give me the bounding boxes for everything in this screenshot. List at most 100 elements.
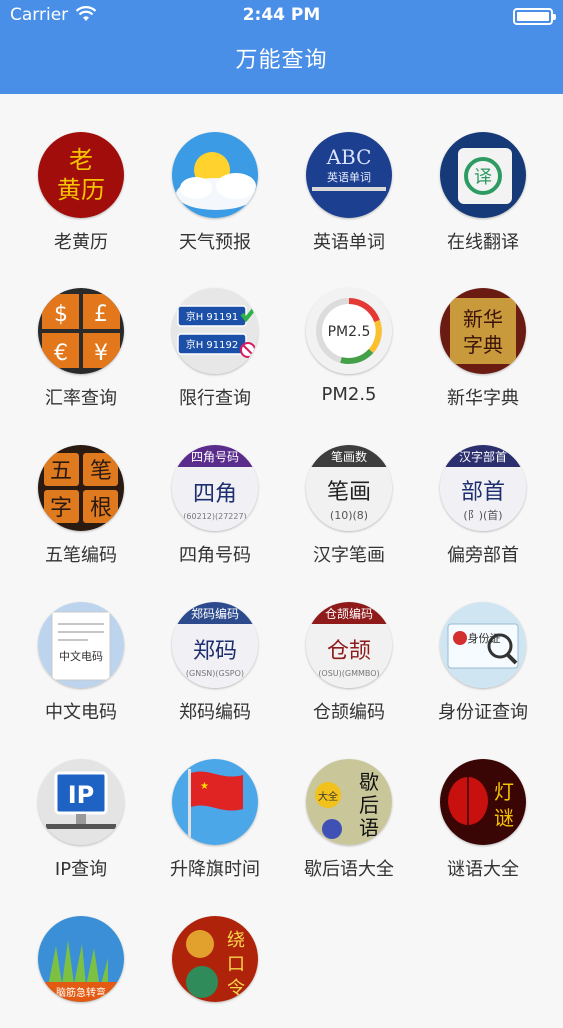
svg-text:笔画: 笔画 [327,480,371,505]
svg-text:口: 口 [227,954,245,975]
grid-item-brain-teaser[interactable]: 脑筋急转弯 [11,878,151,1028]
svg-text:新华: 新华 [463,307,503,331]
svg-text:仓颉: 仓颉 [327,639,371,664]
grid-item-strokes[interactable]: 笔画数 笔画 (10)(8) 汉字笔画 [279,407,419,566]
svg-text:后: 后 [359,793,379,817]
grid-item-ip-lookup[interactable]: IP IP查询 [11,721,151,880]
svg-text:令: 令 [227,978,245,999]
svg-text:¥: ¥ [94,341,108,366]
svg-text:$: $ [54,302,68,327]
svg-text:语: 语 [359,816,379,840]
grid-item-translate[interactable]: 译 在线翻译 [413,94,553,253]
grid-item-label: 谜语大全 [447,859,519,880]
id-card-icon: 身份证 [440,602,526,688]
telegraph-code-icon: 中文电码 [38,602,124,688]
grid-item-traffic-restriction[interactable]: 京H 91191 京H 91192 限行查询 [145,250,285,409]
svg-text:字: 字 [50,496,72,521]
dictionary-icon: 新华 字典 [440,288,526,374]
flag-time-icon: ★ [172,759,258,845]
grid-item-four-corner[interactable]: 四角号码 四角 (60212)(27227) 四角号码 [145,407,285,566]
navigation-bar: Carrier 2:44 PM 万能查询 [0,0,563,94]
svg-text:(OSU)(GMMBO): (OSU)(GMMBO) [318,669,379,678]
tool-grid: 老 黄历 老黄历 天气预报 ABC 英语单词 英语单词 译 在线翻译 $ £ €… [0,94,563,1002]
svg-text:笔: 笔 [90,459,112,484]
english-glyph: ABC [326,145,372,169]
grid-item-cangjie[interactable]: 仓颉编码 仓颉 (OSU)(GMMBO) 仓颉编码 [279,564,419,723]
grid-item-tongue-twister[interactable]: 绕 口 令 [145,878,285,1028]
almanac-icon: 老 黄历 [38,132,124,218]
svg-text:汉字部首: 汉字部首 [459,449,507,464]
svg-text:IP: IP [68,781,95,809]
almanac-glyph-1: 老 [69,146,93,174]
weather-icon [172,132,258,218]
svg-text:绕: 绕 [227,930,245,951]
english-words-icon: ABC 英语单词 [306,132,392,218]
battery-icon [513,8,556,25]
svg-text:(60212)(27227): (60212)(27227) [183,512,246,521]
svg-text:(10)(8): (10)(8) [330,509,368,522]
grid-item-almanac[interactable]: 老 黄历 老黄历 [11,94,151,253]
grid-item-label: 歇后语大全 [304,859,394,880]
svg-text:灯: 灯 [494,780,514,804]
grid-item-dictionary[interactable]: 新华 字典 新华字典 [413,250,553,409]
grid-item-radicals[interactable]: 汉字部首 部首 (阝)(首) 偏旁部首 [413,407,553,566]
ip-lookup-icon: IP [38,759,124,845]
svg-text:歇: 歇 [359,770,379,794]
grid-item-exchange-rate[interactable]: $ £ € ¥ 汇率查询 [11,250,151,409]
riddles-icon: 灯 谜 [440,759,526,845]
grid-item-id-card[interactable]: 身份证 身份证查询 [413,564,553,723]
svg-text:€: € [54,341,68,366]
grid-item-label: PM2.5 [321,384,377,405]
svg-text:仓颉编码: 仓颉编码 [325,606,373,621]
svg-text:字典: 字典 [463,333,503,357]
svg-text:根: 根 [90,496,112,521]
grid-item-flag-time[interactable]: ★ 升降旗时间 [145,721,285,880]
svg-text:(阝)(首): (阝)(首) [463,508,502,522]
svg-text:四角号码: 四角号码 [191,450,239,464]
strokes-icon: 笔画数 笔画 (10)(8) [306,445,392,531]
svg-text:大全: 大全 [318,790,338,803]
svg-text:脑筋急转弯: 脑筋急转弯 [56,986,106,999]
brain-teaser-icon: 脑筋急转弯 [38,916,124,1002]
svg-text:中文电码: 中文电码 [59,649,103,663]
grid-item-wubi[interactable]: 五 笔 字 根 五笔编码 [11,407,151,566]
grid-item-weather[interactable]: 天气预报 [145,94,285,253]
grid-item-english-words[interactable]: ABC 英语单词 英语单词 [279,94,419,253]
plate-1: 京H 91191 [186,310,239,323]
clock: 2:44 PM [242,5,321,25]
svg-text:£: £ [94,302,108,327]
tongue-twister-icon: 绕 口 令 [172,916,258,1002]
xiehouyu-icon: 大全 歇 后 语 [306,759,392,845]
pm25-glyph: PM2.5 [328,324,371,340]
pm25-icon: PM2.5 [306,288,392,374]
plate-2: 京H 91192 [186,338,239,351]
svg-text:郑码编码: 郑码编码 [191,606,239,621]
svg-text:部首: 部首 [461,480,505,505]
grid-item-telegraph-code[interactable]: 中文电码 中文电码 [11,564,151,723]
svg-text:身份证: 身份证 [468,631,501,645]
svg-text:五: 五 [50,459,72,484]
translate-glyph: 译 [474,167,492,188]
grid-item-pm25[interactable]: PM2.5 PM2.5 [279,250,419,405]
radicals-icon: 汉字部首 部首 (阝)(首) [440,445,526,531]
page-title: 万能查询 [235,48,328,73]
cangjie-icon: 仓颉编码 仓颉 (OSU)(GMMBO) [306,602,392,688]
traffic-restriction-icon: 京H 91191 京H 91192 [172,288,258,374]
four-corner-icon: 四角号码 四角 (60212)(27227) [172,445,258,531]
grid-item-riddles[interactable]: 灯 谜 谜语大全 [413,721,553,880]
zhengma-icon: 郑码编码 郑码 (GNSN)(GSPO) [172,602,258,688]
translate-icon: 译 [440,132,526,218]
status-bar: Carrier 2:44 PM [0,0,563,32]
grid-item-xiehouyu[interactable]: 大全 歇 后 语 歇后语大全 [279,721,419,880]
grid-item-zhengma[interactable]: 郑码编码 郑码 (GNSN)(GSPO) 郑码编码 [145,564,285,723]
svg-text:★: ★ [200,781,209,792]
exchange-rate-icon: $ £ € ¥ [38,288,124,374]
svg-text:谜: 谜 [494,806,514,830]
svg-text:笔画数: 笔画数 [331,449,367,464]
almanac-glyph-2: 黄历 [57,176,105,204]
svg-text:郑码: 郑码 [193,639,237,664]
wubi-icon: 五 笔 字 根 [38,445,124,531]
svg-text:四角: 四角 [193,482,237,507]
english-sub: 英语单词 [327,170,371,184]
svg-text:(GNSN)(GSPO): (GNSN)(GSPO) [186,669,244,678]
